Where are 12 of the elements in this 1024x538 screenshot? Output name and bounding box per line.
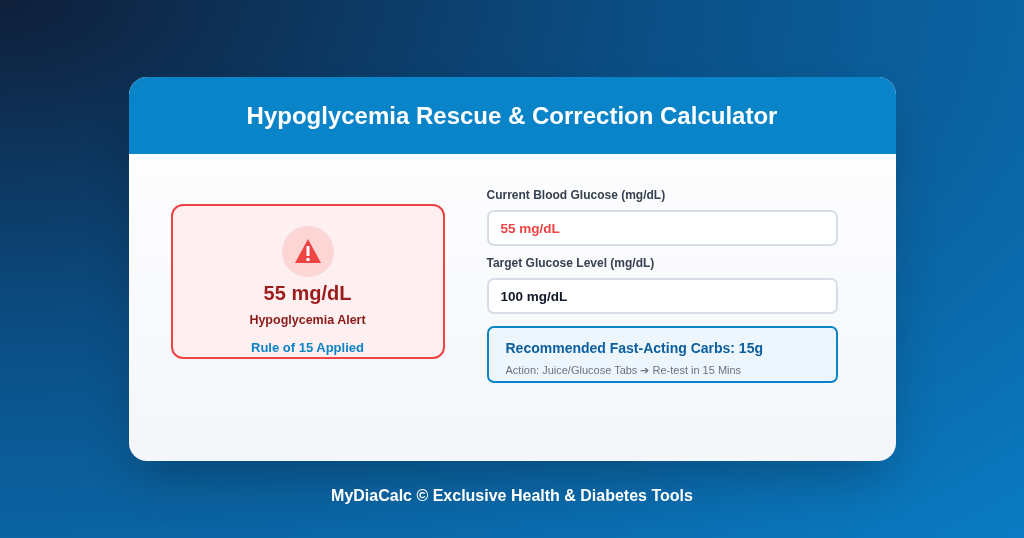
field-label: Current Blood Glucose (mg/dL) xyxy=(486,187,667,204)
warning-icon xyxy=(281,226,334,277)
recommendation-action: Action: Juice/Glucose Tabs ➔ Re-test in 15 Mins xyxy=(505,363,743,378)
alert-status: Hypoglycemia Alert xyxy=(249,311,366,329)
glucose-input[interactable]: 100 mg/dL xyxy=(486,278,838,314)
rule-label: Rule of 15 Applied xyxy=(251,338,364,357)
recommendation-title: Recommended Fast-Acting Carbs: 15g xyxy=(505,339,764,358)
field-label: Target Glucose Level (mg/dL) xyxy=(486,255,656,272)
glucose-reading: 55 mg/dL xyxy=(263,280,352,306)
calculator-title: Hypoglycemia Rescue & Correction Calculator xyxy=(246,100,778,131)
footer-text: MyDiaCalc © Exclusive Health & Diabetes Tools xyxy=(331,486,693,506)
glucose-input[interactable]: 55 mg/dL xyxy=(486,210,838,246)
